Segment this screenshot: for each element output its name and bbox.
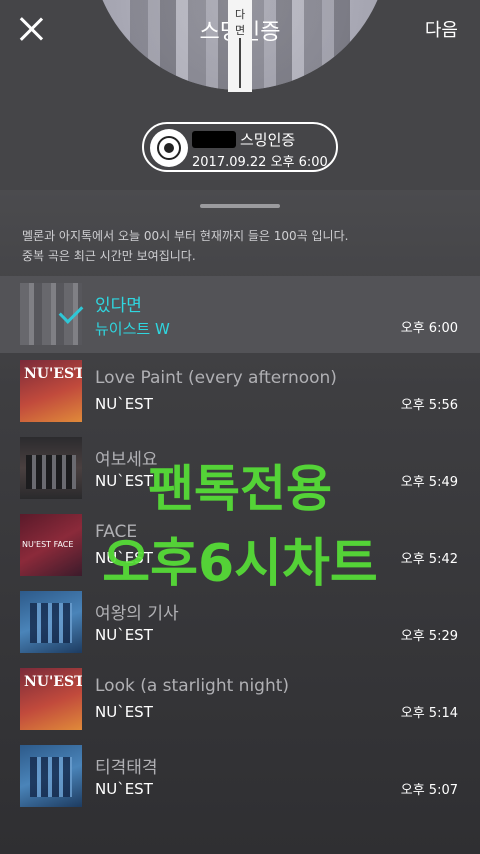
song-list-sheet: 멜론과 아지톡에서 오늘 00시 부터 현재까지 들은 100곡 입니다. 중복… [0, 190, 480, 854]
song-title: 여왕의 기사 [95, 604, 179, 624]
streaming-certification-screen: 스밍인증 다 면 다음 스밍인증 2017.09.22 오후 6:00 멜론과 … [0, 0, 480, 854]
song-artist: NU`EST [95, 703, 153, 721]
notice-line-2: 중복 곡은 최근 시간만 보여집니다. [22, 249, 196, 263]
album-art [20, 360, 82, 422]
song-title: FACE [95, 522, 138, 542]
badge-title: 스밍인증 [240, 131, 296, 149]
album-art [20, 591, 82, 653]
song-artist: NU`EST [95, 549, 153, 567]
song-time: 오후 5:14 [400, 706, 458, 721]
list-item[interactable]: Look (a starlight night) NU`EST 오후 5:14 [0, 661, 480, 738]
song-time: 오후 6:00 [400, 321, 458, 336]
header: 스밍인증 다 면 다음 스밍인증 2017.09.22 오후 6:00 [0, 0, 480, 190]
disc-icon [150, 129, 188, 167]
song-title: 있다면 [95, 296, 142, 316]
next-button[interactable]: 다음 [425, 16, 458, 42]
badge-timestamp: 2017.09.22 오후 6:00 [192, 155, 328, 170]
check-icon [58, 299, 84, 324]
song-time: 오후 5:07 [400, 783, 458, 798]
song-artist: NU`EST [95, 780, 153, 798]
notice-line-1: 멜론과 아지톡에서 오늘 00시 부터 현재까지 들은 100곡 입니다. [22, 229, 349, 243]
song-artist: NU`EST [95, 395, 153, 413]
bookmark-tag: 다 면 [228, 0, 252, 92]
album-art [20, 745, 82, 807]
bookmark-char-2: 면 [234, 24, 246, 37]
song-title: 여보세요 [95, 450, 158, 470]
song-title: Love Paint (every afternoon) [95, 368, 337, 388]
selected-overlay [20, 283, 84, 345]
list-item[interactable]: 여보세요 NU`EST 오후 5:49 [0, 430, 480, 507]
list-item[interactable]: 있다면 뉴이스트 W 오후 6:00 [0, 276, 480, 353]
song-title: Look (a starlight night) [95, 676, 290, 696]
song-artist: NU`EST [95, 626, 153, 644]
album-art [20, 514, 82, 576]
album-art [20, 437, 82, 499]
notice-text: 멜론과 아지톡에서 오늘 00시 부터 현재까지 들은 100곡 입니다. 중복… [22, 226, 462, 266]
song-artist: NU`EST [95, 472, 153, 490]
list-item[interactable]: 티격태격 NU`EST 오후 5:07 [0, 738, 480, 815]
drag-handle[interactable] [200, 204, 280, 208]
redacted-name [192, 131, 236, 148]
list-item[interactable]: FACE NU`EST 오후 5:42 [0, 507, 480, 584]
list-item[interactable]: Love Paint (every afternoon) NU`EST 오후 5… [0, 353, 480, 430]
bookmark-char-1: 다 [234, 8, 246, 21]
list-item[interactable]: 여왕의 기사 NU`EST 오후 5:29 [0, 584, 480, 661]
song-time: 오후 5:29 [400, 629, 458, 644]
certification-badge: 스밍인증 2017.09.22 오후 6:00 [142, 122, 338, 172]
song-time: 오후 5:49 [400, 475, 458, 490]
song-title: 티격태격 [95, 758, 158, 778]
song-time: 오후 5:42 [400, 552, 458, 567]
song-artist: 뉴이스트 W [95, 320, 170, 338]
album-art [20, 668, 82, 730]
song-time: 오후 5:56 [400, 398, 458, 413]
